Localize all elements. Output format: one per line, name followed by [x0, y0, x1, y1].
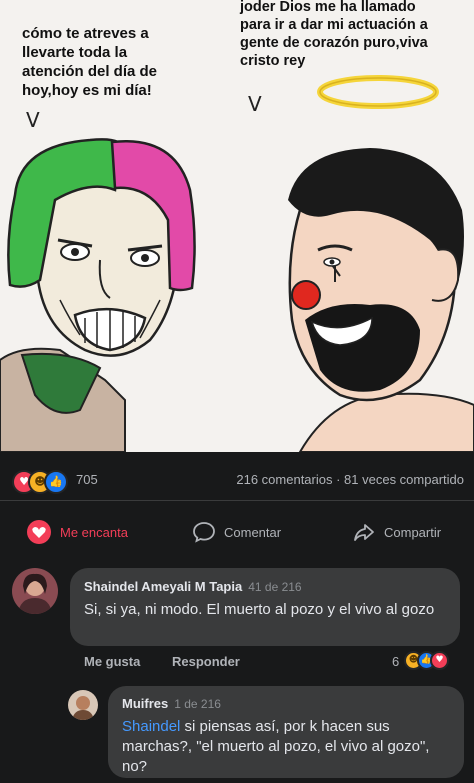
- avatar[interactable]: [12, 568, 58, 614]
- caption-line: joder Dios me ha llamado: [240, 0, 416, 15]
- meme-image: cómo te atreves a llevarte toda la atenc…: [0, 0, 474, 452]
- comment-button-label: Comentar: [224, 524, 282, 540]
- like-react-icon: 👍: [44, 470, 68, 494]
- comment-bubble: Shaindel Ameyali M Tapia 41 de 216 Si, si…: [70, 568, 460, 646]
- comment-author[interactable]: Shaindel Ameyali M Tapia: [84, 579, 242, 594]
- caption-line: gente de corazón puro,viva: [240, 35, 428, 51]
- right-shoulders: [298, 392, 474, 452]
- avatar-image: [68, 690, 98, 720]
- heart-icon: [26, 519, 52, 545]
- comment-button[interactable]: Comentar: [192, 510, 281, 554]
- comment-icon: [192, 520, 216, 544]
- heart-react-icon: ♥: [430, 651, 449, 670]
- reply-bubble: Muifres 1 de 216 Shaindel si piensas así,…: [108, 686, 464, 778]
- comment-reaction-count[interactable]: 6: [392, 654, 399, 669]
- avatar-image: [12, 568, 58, 614]
- comment-author[interactable]: Muifres: [122, 696, 168, 711]
- right-caption: joder Dios me ha llamado para ir a dar m…: [240, 0, 460, 70]
- caption-line: hoy,hoy es mi día!: [22, 82, 152, 99]
- reaction-count[interactable]: 705: [76, 472, 98, 487]
- left-caption: cómo te atreves a llevarte toda la atenc…: [22, 24, 212, 100]
- right-arrow-mark: V: [248, 92, 262, 116]
- love-button-label: Me encanta: [60, 524, 128, 540]
- clown-nose: [291, 280, 321, 310]
- post-action-bar: Me encanta Comentar Compartir: [0, 510, 474, 554]
- avatar[interactable]: [68, 690, 98, 720]
- comments-shares-count[interactable]: 216 comentarios · 81 veces compartido: [236, 472, 464, 487]
- reply-button[interactable]: Responder: [172, 654, 240, 669]
- left-arrow-mark: V: [26, 108, 40, 132]
- share-button[interactable]: Compartir: [352, 510, 441, 554]
- comment-time[interactable]: 1 de 216: [174, 697, 221, 711]
- post-stats-bar: ♥ ☻ 👍 705 216 comentarios · 81 veces com…: [0, 460, 474, 501]
- caption-line: cómo te atreves a: [22, 25, 149, 42]
- comment-time[interactable]: 41 de 216: [248, 580, 301, 594]
- share-icon: [352, 520, 376, 544]
- caption-line: llevarte toda la: [22, 44, 128, 61]
- like-comment-button[interactable]: Me gusta: [84, 654, 140, 669]
- comment-text: Shaindel si piensas así, por k hacen sus…: [122, 717, 450, 777]
- mention-link[interactable]: Shaindel: [122, 718, 180, 735]
- share-button-label: Compartir: [384, 524, 442, 540]
- caption-line: para ir a dar mi actuación a: [240, 17, 428, 33]
- love-button[interactable]: Me encanta: [26, 510, 128, 554]
- caption-line: cristo rey: [240, 53, 306, 69]
- caption-line: atención del día de: [22, 63, 158, 80]
- comment-text: Si, si ya, ni modo. El muerto al pozo y …: [84, 601, 435, 618]
- comment-meta: Me gusta Responder: [84, 654, 240, 669]
